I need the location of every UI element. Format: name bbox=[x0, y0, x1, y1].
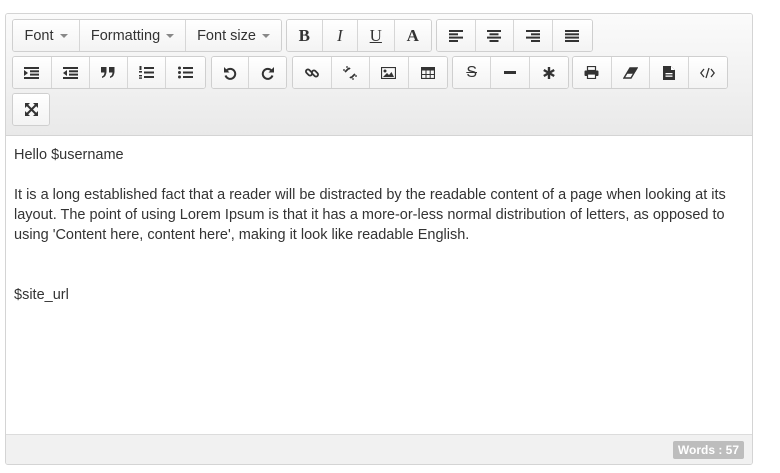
greeting-line: Hello $username bbox=[14, 147, 124, 163]
formatting-dropdown[interactable]: Formatting bbox=[80, 20, 186, 51]
eraser-button[interactable] bbox=[611, 57, 650, 88]
view-group bbox=[12, 93, 50, 126]
formatting-dropdown-label: Formatting bbox=[90, 27, 161, 44]
align-right-button[interactable] bbox=[514, 20, 553, 51]
table-icon bbox=[420, 66, 435, 79]
justify-icon bbox=[565, 29, 580, 42]
print-button[interactable] bbox=[573, 57, 612, 88]
chevron-down-icon bbox=[261, 34, 270, 38]
font-color-button[interactable]: A bbox=[394, 20, 431, 51]
align-left-button[interactable] bbox=[437, 20, 476, 51]
source-code-button[interactable] bbox=[688, 57, 727, 88]
align-center-button[interactable] bbox=[475, 20, 514, 51]
outdent-button[interactable] bbox=[51, 57, 91, 88]
blockquote-button[interactable] bbox=[90, 57, 128, 88]
editor-toolbar: Font Formatting Font size B I U A S bbox=[6, 14, 752, 136]
image-button[interactable] bbox=[370, 57, 409, 88]
redo-icon bbox=[261, 66, 274, 80]
font-dropdown[interactable]: Font bbox=[13, 20, 80, 51]
strikethrough-icon: S bbox=[466, 63, 477, 81]
horizontal-rule-icon bbox=[504, 71, 517, 74]
font-color-icon: A bbox=[406, 25, 419, 45]
block-format-group bbox=[12, 56, 206, 89]
table-button[interactable] bbox=[408, 57, 447, 88]
font-size-dropdown-label: Font size bbox=[197, 27, 256, 44]
align-left-icon bbox=[448, 29, 463, 42]
word-count-badge: Words : 57 bbox=[672, 441, 744, 459]
outdent-icon bbox=[62, 66, 78, 79]
horizontal-rule-button[interactable] bbox=[491, 57, 530, 88]
redo-button[interactable] bbox=[249, 57, 286, 88]
font-controls-group: Font Formatting Font size bbox=[12, 19, 282, 52]
misc-insert-group: S bbox=[452, 56, 569, 89]
history-group bbox=[211, 56, 287, 89]
text-style-group: B I U A bbox=[286, 19, 432, 52]
special-char-icon bbox=[543, 66, 555, 79]
font-size-dropdown[interactable]: Font size bbox=[186, 20, 281, 51]
editor-content-area[interactable]: Hello $username It is a long established… bbox=[6, 136, 752, 435]
strikethrough-button[interactable]: S bbox=[453, 57, 492, 88]
eraser-icon bbox=[622, 66, 638, 79]
underline-icon: U bbox=[369, 25, 382, 45]
print-icon bbox=[584, 66, 599, 79]
fullscreen-button[interactable] bbox=[13, 94, 49, 125]
justify-button[interactable] bbox=[552, 20, 592, 51]
align-right-icon bbox=[525, 29, 540, 42]
chevron-down-icon bbox=[59, 34, 68, 38]
insert-group bbox=[292, 56, 448, 89]
template-icon bbox=[662, 65, 675, 80]
link-icon bbox=[304, 68, 319, 77]
unordered-list-button[interactable] bbox=[166, 57, 205, 88]
undo-button[interactable] bbox=[212, 57, 250, 88]
align-center-icon bbox=[487, 29, 502, 42]
font-dropdown-label: Font bbox=[24, 27, 54, 44]
image-icon bbox=[381, 66, 397, 79]
body-paragraph: It is a long established fact that a rea… bbox=[14, 187, 726, 243]
indent-icon bbox=[24, 66, 40, 79]
tools-group bbox=[572, 56, 728, 89]
link-button[interactable] bbox=[293, 57, 332, 88]
bold-icon: B bbox=[298, 25, 310, 45]
underline-button[interactable]: U bbox=[358, 20, 395, 51]
site-url-line: $site_url bbox=[14, 287, 69, 303]
bold-button[interactable]: B bbox=[287, 20, 323, 51]
editor-statusbar: Words : 57 bbox=[6, 434, 752, 464]
italic-icon: I bbox=[336, 25, 343, 45]
chevron-down-icon bbox=[166, 34, 175, 38]
unlink-button[interactable] bbox=[331, 57, 370, 88]
undo-icon bbox=[224, 66, 237, 80]
ordered-list-icon bbox=[139, 66, 155, 79]
unordered-list-icon bbox=[178, 66, 194, 79]
indent-button[interactable] bbox=[13, 57, 52, 88]
special-char-button[interactable] bbox=[529, 57, 568, 88]
rich-text-editor: Font Formatting Font size B I U A S Hell… bbox=[5, 13, 753, 465]
ordered-list-button[interactable] bbox=[127, 57, 167, 88]
alignment-group bbox=[436, 19, 593, 52]
fullscreen-icon bbox=[24, 103, 38, 116]
unlink-icon bbox=[343, 65, 358, 80]
italic-button[interactable]: I bbox=[322, 20, 359, 51]
blockquote-icon bbox=[101, 67, 115, 78]
template-button[interactable] bbox=[650, 57, 689, 88]
source-code-icon bbox=[700, 67, 716, 78]
